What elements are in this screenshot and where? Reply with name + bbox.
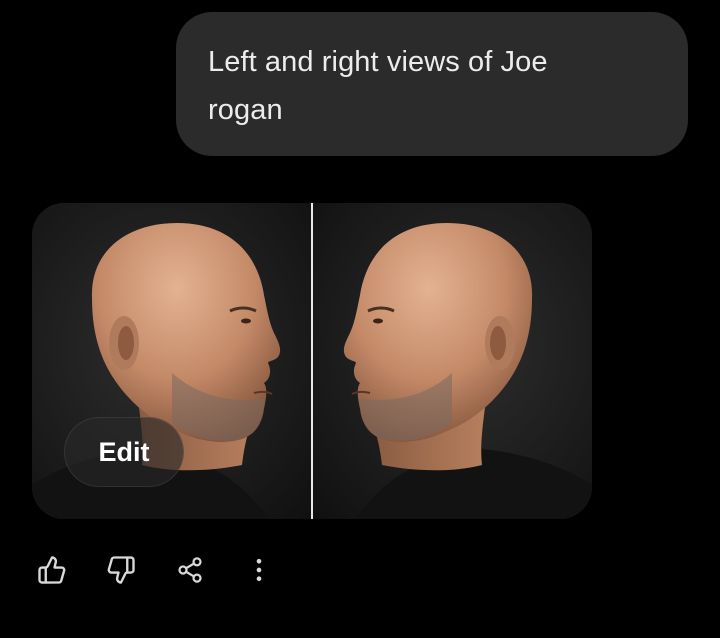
- chat-screen: Left and right views of Joe rogan Edit: [0, 0, 720, 638]
- generated-image[interactable]: Edit: [32, 203, 592, 519]
- thumbs-down-button[interactable]: [99, 548, 143, 592]
- right-profile-image: [313, 203, 592, 519]
- share-button[interactable]: [168, 548, 212, 592]
- thumbs-up-button[interactable]: [30, 548, 74, 592]
- more-options-button[interactable]: [237, 548, 281, 592]
- share-icon: [176, 556, 204, 584]
- user-message-bubble: Left and right views of Joe rogan: [176, 12, 688, 156]
- response-actions-bar: [30, 548, 281, 592]
- edit-button[interactable]: Edit: [64, 417, 184, 487]
- user-message-line-2: rogan: [208, 94, 283, 126]
- user-message-line-1: Left and right views of Joe: [208, 46, 548, 78]
- more-vertical-icon: [245, 556, 273, 584]
- thumbs-up-icon: [37, 555, 67, 585]
- thumbs-down-icon: [106, 555, 136, 585]
